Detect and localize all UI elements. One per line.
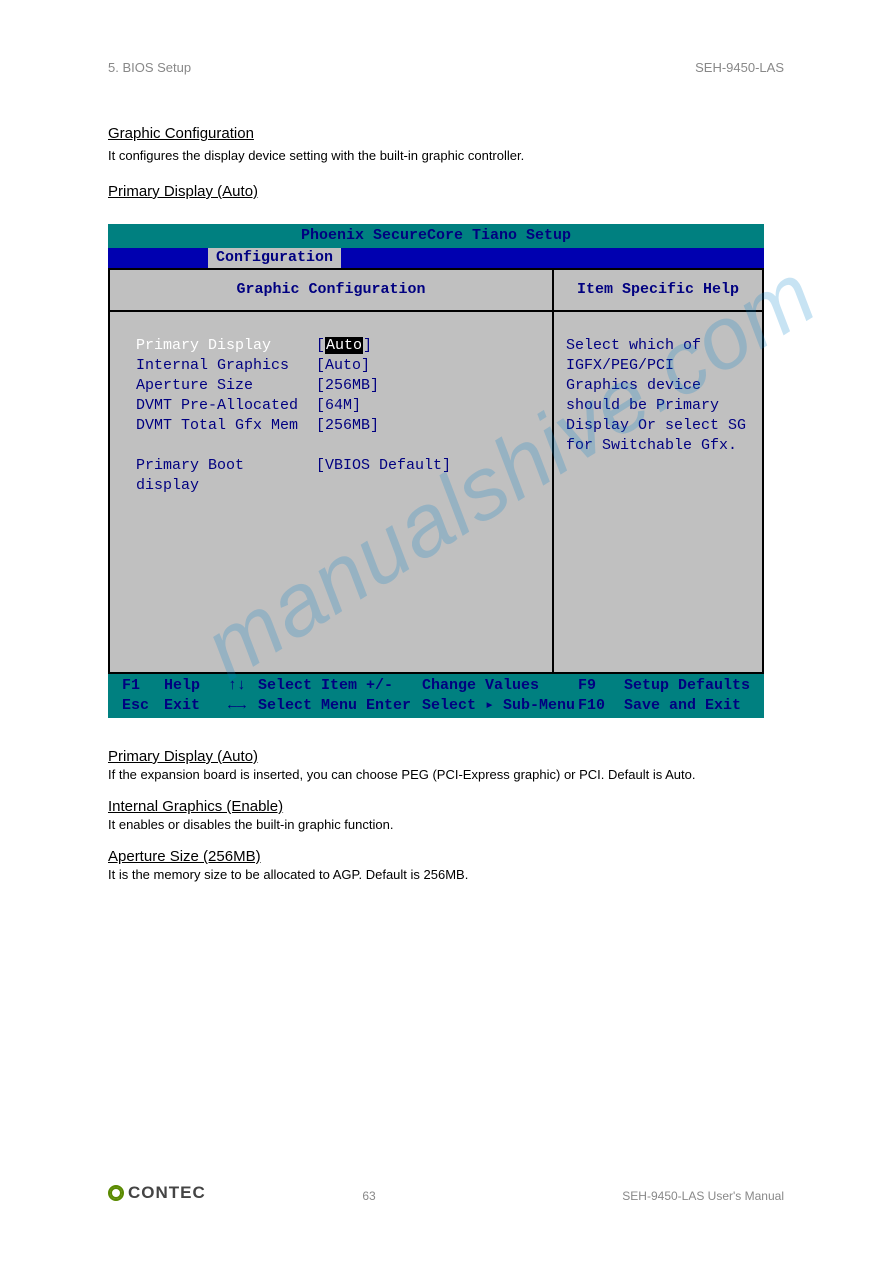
desc-aperture-size-title: Aperture Size (256MB)	[108, 848, 784, 865]
bios-tabbar: Configuration	[108, 248, 764, 268]
section-graphic-config-desc: It configures the display device setting…	[108, 148, 784, 163]
arrows-updown-icon: ↑↓	[228, 676, 258, 696]
bios-value: [64M]	[316, 396, 361, 416]
bios-row-primary-boot-display[interactable]: Primary Boot display [VBIOS Default]	[136, 456, 534, 496]
arrows-leftright-icon: ←→	[228, 696, 258, 716]
bios-label: Primary Display	[136, 336, 316, 356]
desc-internal-graphics-title: Internal Graphics (Enable)	[108, 798, 784, 815]
bios-value: [[Auto]Auto]	[316, 336, 372, 356]
key-f1: F1	[122, 676, 164, 696]
bios-row-aperture-size[interactable]: Aperture Size [256MB]	[136, 376, 534, 396]
bios-label: Aperture Size	[136, 376, 316, 396]
key-f10: F10	[578, 696, 624, 716]
page-footer: CONTEC 63 SEH-9450-LAS User's Manual	[108, 1183, 784, 1203]
bios-title: Phoenix SecureCore Tiano Setup	[108, 224, 764, 248]
bios-value: [256MB]	[316, 376, 379, 396]
subsection-primary-display-title: Primary Display (Auto)	[108, 183, 784, 200]
action-select-item: Select Item	[258, 676, 366, 696]
bios-left-header: Graphic Configuration	[110, 270, 552, 312]
bios-row-dvmt-prealloc[interactable]: DVMT Pre-Allocated [64M]	[136, 396, 534, 416]
action-help: Help	[164, 676, 228, 696]
product-label: SEH-9450-LAS	[695, 60, 784, 75]
bios-help-panel: Item Specific Help Select which of IGFX/…	[554, 270, 762, 672]
action-select-submenu: Select ▸ Sub-Menu	[422, 696, 578, 716]
key-enter: Enter	[366, 696, 422, 716]
bios-label: DVMT Total Gfx Mem	[136, 416, 316, 436]
bios-label: Primary Boot display	[136, 456, 316, 496]
desc-internal-graphics-text: It enables or disables the built-in grap…	[108, 817, 784, 832]
bios-row-primary-display[interactable]: Primary Display [[Auto]Auto]	[136, 336, 534, 356]
page-number: 63	[116, 1189, 623, 1203]
desc-primary-display-text: If the expansion board is inserted, you …	[108, 767, 784, 782]
bios-label: DVMT Pre-Allocated	[136, 396, 316, 416]
bios-row-internal-graphics[interactable]: Internal Graphics [Auto]	[136, 356, 534, 376]
key-plusminus: +/-	[366, 676, 422, 696]
bios-right-header: Item Specific Help	[554, 270, 762, 312]
action-setup-defaults: Setup Defaults	[624, 676, 750, 696]
bios-row-dvmt-total[interactable]: DVMT Total Gfx Mem [256MB]	[136, 416, 534, 436]
desc-aperture-size-text: It is the memory size to be allocated to…	[108, 867, 784, 882]
bios-left-panel: Graphic Configuration Primary Display [[…	[110, 270, 554, 672]
action-select-menu: Select Menu	[258, 696, 366, 716]
action-exit: Exit	[164, 696, 228, 716]
doc-title: SEH-9450-LAS User's Manual	[622, 1189, 784, 1203]
bios-label: Internal Graphics	[136, 356, 316, 376]
action-change-values: Change Values	[422, 676, 578, 696]
action-save-exit: Save and Exit	[624, 696, 741, 716]
bios-tab-configuration[interactable]: Configuration	[208, 248, 341, 268]
bios-value: [VBIOS Default]	[316, 456, 451, 496]
key-f9: F9	[578, 676, 624, 696]
bios-screenshot: Phoenix SecureCore Tiano Setup Configura…	[108, 224, 764, 718]
bios-value: [Auto]	[316, 356, 370, 376]
bios-help-text: Select which of IGFX/PEG/PCI Graphics de…	[554, 312, 762, 672]
page-header: 5. BIOS Setup SEH-9450-LAS	[108, 60, 784, 75]
desc-primary-display-title: Primary Display (Auto)	[108, 748, 784, 765]
key-esc: Esc	[122, 696, 164, 716]
section-graphic-config-title: Graphic Configuration	[108, 125, 784, 142]
bios-value: [256MB]	[316, 416, 379, 436]
bios-footer: F1 Help ↑↓ Select Item +/- Change Values…	[108, 674, 764, 718]
chapter-label: 5. BIOS Setup	[108, 60, 191, 75]
